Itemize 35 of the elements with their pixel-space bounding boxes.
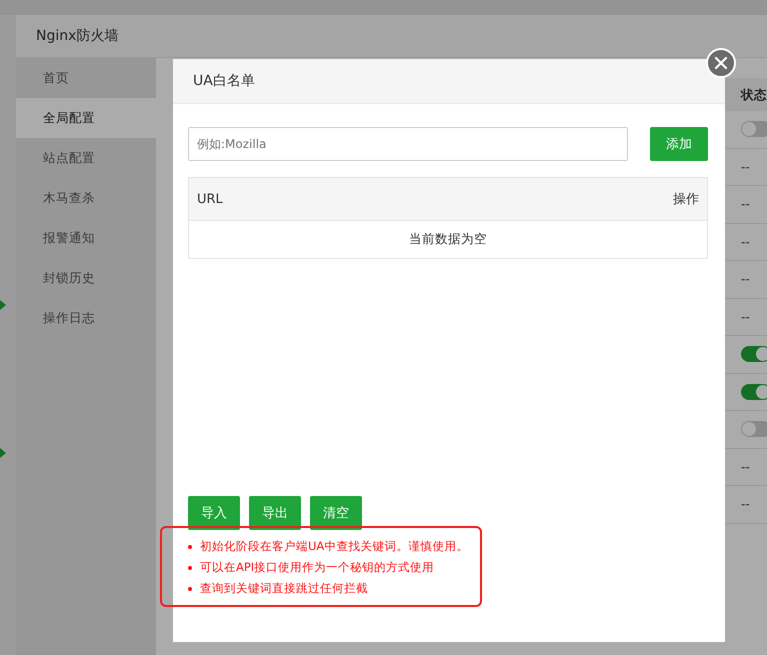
triangle-icon — [0, 448, 6, 458]
toggle-switch[interactable] — [741, 346, 767, 362]
table-cell: -- — [741, 460, 750, 474]
triangle-icon — [0, 300, 6, 310]
close-icon — [714, 56, 728, 70]
input-field[interactable]: 例如:Mozilla — [188, 127, 628, 161]
sidebar-item[interactable]: 站点配置 — [16, 138, 156, 178]
column-header: 操作 — [673, 191, 699, 208]
table-cell: -- — [741, 197, 750, 212]
action-button[interactable]: 导出 — [249, 496, 301, 530]
empty-message: 当前数据为空 — [409, 231, 487, 248]
action-button[interactable]: 导入 — [188, 496, 240, 530]
toggle-switch[interactable] — [741, 421, 767, 438]
note-text: 初始化阶段在客户端UA中查找关键词。谨慎使用。 — [200, 539, 468, 554]
sidebar-item[interactable]: 首页 — [16, 58, 156, 98]
add-button[interactable]: 添加 — [650, 127, 708, 161]
toggle-switch[interactable] — [741, 121, 767, 138]
table-cell: -- — [741, 160, 750, 174]
note-text: 可以在API接口使用作为一个秘钥的方式使用 — [200, 560, 434, 575]
sidebar-item[interactable]: 封锁历史 — [16, 258, 156, 298]
sidebar-item[interactable]: 全局配置 — [16, 98, 156, 138]
window-title: Nginx防火墙 — [16, 15, 767, 58]
table-cell: -- — [741, 272, 750, 286]
table-cell: -- — [741, 310, 750, 324]
column-header: URL — [197, 192, 223, 206]
toggle-switch[interactable] — [741, 384, 767, 400]
sidebar-item[interactable]: 操作日志 — [16, 298, 156, 338]
sidebar-item[interactable]: 报警通知 — [16, 218, 156, 258]
note-text: 查询到关键词直接跳过任何拦截 — [200, 581, 368, 596]
sidebar-item[interactable]: 木马查杀 — [16, 178, 156, 218]
dialog-title: UA白名单 — [173, 59, 725, 104]
column-header: 状态 — [725, 78, 767, 111]
table-cell: -- — [741, 497, 750, 512]
table-cell: -- — [741, 234, 750, 249]
action-button[interactable]: 清空 — [310, 496, 362, 530]
